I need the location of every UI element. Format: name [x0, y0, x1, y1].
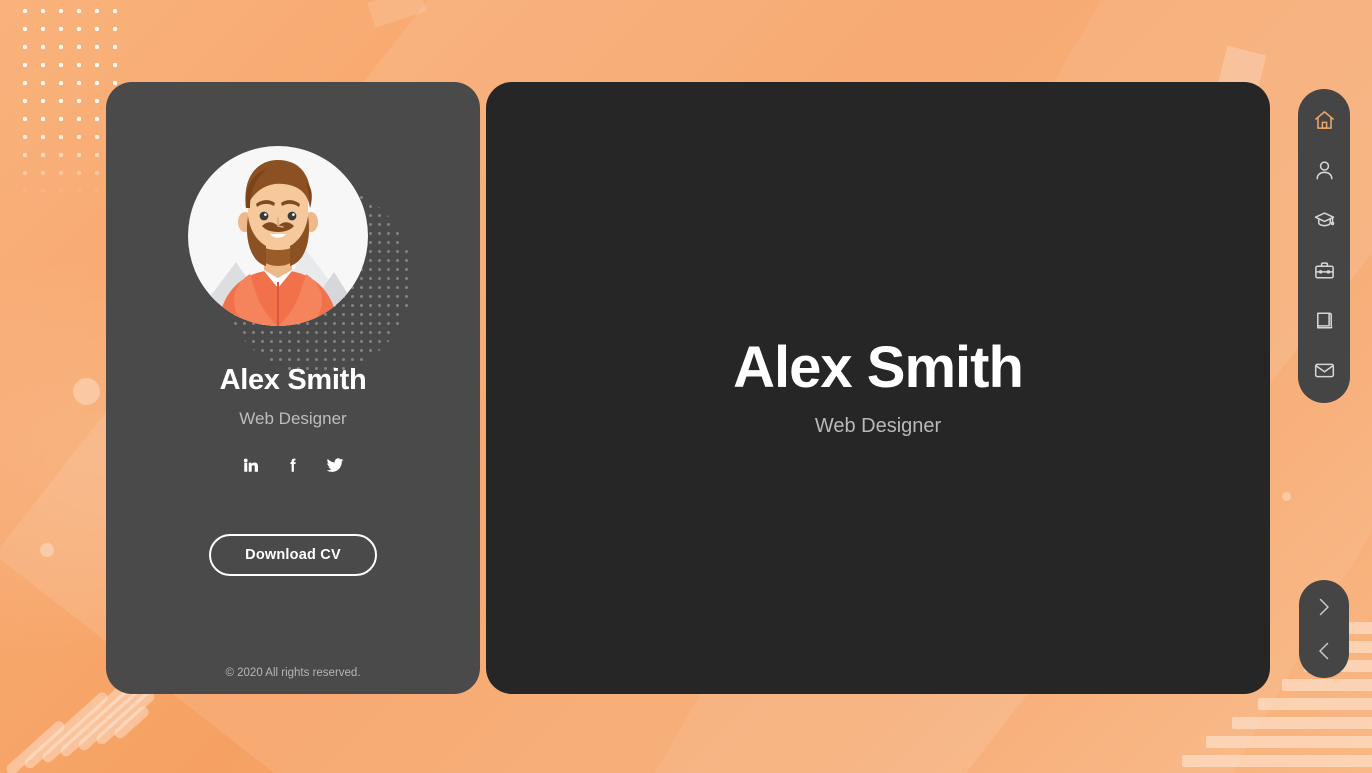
nav-education[interactable]: [1307, 203, 1341, 237]
hero-subtitle: Web Designer: [814, 415, 942, 438]
prev-slide-button[interactable]: [1309, 636, 1339, 666]
chevron-right-icon: [1319, 598, 1329, 616]
briefcase-icon: [1314, 261, 1334, 279]
avatar-circle: [188, 146, 368, 326]
nav-portfolio[interactable]: [1307, 303, 1341, 337]
facebook-icon[interactable]: [282, 454, 304, 476]
decor-circle-tiny: [1282, 492, 1291, 501]
book-icon: [1316, 311, 1332, 329]
profile-name: Alex Smith: [219, 364, 367, 396]
nav-contact[interactable]: [1307, 353, 1341, 387]
envelope-icon: [1314, 363, 1334, 377]
nav-about[interactable]: [1307, 153, 1341, 187]
profile-role: Web Designer: [239, 409, 347, 428]
decor-circle-small: [40, 543, 54, 557]
home-icon: [1314, 110, 1334, 129]
decor-circle-large: [73, 378, 100, 405]
user-icon: [1315, 160, 1333, 179]
chevron-left-icon: [1319, 642, 1329, 660]
nav-experience[interactable]: [1307, 253, 1341, 287]
social-links: [106, 454, 480, 476]
avatar: [188, 146, 412, 374]
download-cv-button[interactable]: Download CV: [209, 534, 377, 576]
slide-navigation: [1299, 580, 1349, 678]
next-slide-button[interactable]: [1309, 592, 1339, 622]
profile-card: Alex Smith Web Designer Download CV © 20…: [106, 82, 480, 694]
graduation-cap-icon: [1314, 211, 1334, 226]
avatar-illustration-icon: [188, 160, 368, 326]
hero-content-card: Alex Smith Web Designer: [486, 82, 1270, 694]
side-navigation: [1298, 89, 1350, 403]
hero-title: Alex Smith: [733, 334, 1024, 400]
linkedin-icon[interactable]: [240, 454, 262, 476]
nav-home[interactable]: [1307, 103, 1341, 137]
twitter-icon[interactable]: [324, 454, 346, 476]
copyright-text: © 2020 All rights reserved.: [225, 667, 361, 679]
